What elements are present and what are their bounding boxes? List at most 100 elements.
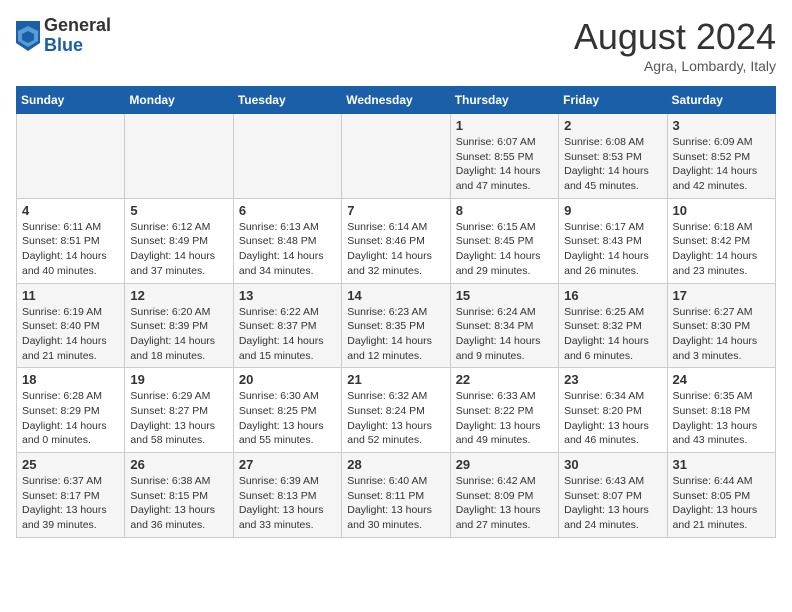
calendar-cell xyxy=(17,114,125,199)
day-number: 12 xyxy=(130,288,227,303)
day-number: 5 xyxy=(130,203,227,218)
day-number: 25 xyxy=(22,457,119,472)
day-info: Sunrise: 6:37 AM Sunset: 8:17 PM Dayligh… xyxy=(22,474,119,533)
calendar-cell: 27 Sunrise: 6:39 AM Sunset: 8:13 PM Dayli… xyxy=(233,453,341,538)
day-number: 23 xyxy=(564,372,661,387)
day-info: Sunrise: 6:22 AM Sunset: 8:37 PM Dayligh… xyxy=(239,305,336,364)
day-number: 31 xyxy=(673,457,770,472)
weekday-header-row: SundayMondayTuesdayWednesdayThursdayFrid… xyxy=(17,87,776,114)
calendar-cell: 13Sunrise: 6:22 AM Sunset: 8:37 PM Dayli… xyxy=(233,283,341,368)
calendar-table: SundayMondayTuesdayWednesdayThursdayFrid… xyxy=(16,86,776,538)
day-info: Sunrise: 6:20 AM Sunset: 8:39 PM Dayligh… xyxy=(130,305,227,364)
day-number: 20 xyxy=(239,372,336,387)
day-number: 21 xyxy=(347,372,444,387)
calendar-cell: 23 Sunrise: 6:34 AM Sunset: 8:20 PM Dayli… xyxy=(559,368,667,453)
calendar-cell: 2 Sunrise: 6:08 AM Sunset: 8:53 PM Daylig… xyxy=(559,114,667,199)
day-info: Sunrise: 6:08 AM Sunset: 8:53 PM Dayligh… xyxy=(564,135,661,194)
day-info: Sunrise: 6:23 AM Sunset: 8:35 PM Dayligh… xyxy=(347,305,444,364)
day-info: Sunrise: 6:42 AM Sunset: 8:09 PM Dayligh… xyxy=(456,474,553,533)
weekday-header-friday: Friday xyxy=(559,87,667,114)
calendar-cell: 18 Sunrise: 6:28 AM Sunset: 8:29 PM Dayli… xyxy=(17,368,125,453)
calendar-cell: 16 Sunrise: 6:25 AM Sunset: 8:32 PM Dayli… xyxy=(559,283,667,368)
day-number: 27 xyxy=(239,457,336,472)
calendar-cell: 29 Sunrise: 6:42 AM Sunset: 8:09 PM Dayli… xyxy=(450,453,558,538)
day-info: Sunrise: 6:32 AM Sunset: 8:24 PM Dayligh… xyxy=(347,389,444,448)
day-number: 14 xyxy=(347,288,444,303)
day-info: Sunrise: 6:34 AM Sunset: 8:20 PM Dayligh… xyxy=(564,389,661,448)
day-number: 6 xyxy=(239,203,336,218)
calendar-cell: 26Sunrise: 6:38 AM Sunset: 8:15 PM Dayli… xyxy=(125,453,233,538)
calendar-week-4: 18 Sunrise: 6:28 AM Sunset: 8:29 PM Dayli… xyxy=(17,368,776,453)
calendar-cell: 14 Sunrise: 6:23 AM Sunset: 8:35 PM Dayli… xyxy=(342,283,450,368)
day-info: Sunrise: 6:18 AM Sunset: 8:42 PM Dayligh… xyxy=(673,220,770,279)
day-info: Sunrise: 6:44 AM Sunset: 8:05 PM Dayligh… xyxy=(673,474,770,533)
calendar-cell xyxy=(125,114,233,199)
day-number: 11 xyxy=(22,288,119,303)
calendar-cell: 31 Sunrise: 6:44 AM Sunset: 8:05 PM Dayli… xyxy=(667,453,775,538)
day-info: Sunrise: 6:43 AM Sunset: 8:07 PM Dayligh… xyxy=(564,474,661,533)
calendar-cell: 5 Sunrise: 6:12 AM Sunset: 8:49 PM Daylig… xyxy=(125,198,233,283)
month-title: August 2024 xyxy=(574,16,776,58)
day-info: Sunrise: 6:12 AM Sunset: 8:49 PM Dayligh… xyxy=(130,220,227,279)
day-number: 16 xyxy=(564,288,661,303)
calendar-header: SundayMondayTuesdayWednesdayThursdayFrid… xyxy=(17,87,776,114)
day-number: 9 xyxy=(564,203,661,218)
day-info: Sunrise: 6:25 AM Sunset: 8:32 PM Dayligh… xyxy=(564,305,661,364)
calendar-cell: 30 Sunrise: 6:43 AM Sunset: 8:07 PM Dayli… xyxy=(559,453,667,538)
calendar-cell: 4 Sunrise: 6:11 AM Sunset: 8:51 PM Daylig… xyxy=(17,198,125,283)
page-header: General Blue August 2024 Agra, Lombardy,… xyxy=(16,16,776,74)
day-number: 29 xyxy=(456,457,553,472)
day-info: Sunrise: 6:11 AM Sunset: 8:51 PM Dayligh… xyxy=(22,220,119,279)
day-info: Sunrise: 6:14 AM Sunset: 8:46 PM Dayligh… xyxy=(347,220,444,279)
day-number: 28 xyxy=(347,457,444,472)
calendar-cell: 17Sunrise: 6:27 AM Sunset: 8:30 PM Dayli… xyxy=(667,283,775,368)
weekday-header-wednesday: Wednesday xyxy=(342,87,450,114)
day-number: 19 xyxy=(130,372,227,387)
weekday-header-thursday: Thursday xyxy=(450,87,558,114)
day-number: 7 xyxy=(347,203,444,218)
calendar-cell xyxy=(233,114,341,199)
calendar-cell: 10Sunrise: 6:18 AM Sunset: 8:42 PM Dayli… xyxy=(667,198,775,283)
calendar-cell: 20 Sunrise: 6:30 AM Sunset: 8:25 PM Dayli… xyxy=(233,368,341,453)
day-info: Sunrise: 6:35 AM Sunset: 8:18 PM Dayligh… xyxy=(673,389,770,448)
calendar-cell: 21 Sunrise: 6:32 AM Sunset: 8:24 PM Dayli… xyxy=(342,368,450,453)
calendar-week-2: 4 Sunrise: 6:11 AM Sunset: 8:51 PM Daylig… xyxy=(17,198,776,283)
day-number: 18 xyxy=(22,372,119,387)
day-number: 30 xyxy=(564,457,661,472)
day-number: 22 xyxy=(456,372,553,387)
day-info: Sunrise: 6:29 AM Sunset: 8:27 PM Dayligh… xyxy=(130,389,227,448)
calendar-cell: 9 Sunrise: 6:17 AM Sunset: 8:43 PM Daylig… xyxy=(559,198,667,283)
day-info: Sunrise: 6:39 AM Sunset: 8:13 PM Dayligh… xyxy=(239,474,336,533)
calendar-cell: 28 Sunrise: 6:40 AM Sunset: 8:11 PM Dayli… xyxy=(342,453,450,538)
logo-icon xyxy=(16,21,40,51)
weekday-header-tuesday: Tuesday xyxy=(233,87,341,114)
day-info: Sunrise: 6:07 AM Sunset: 8:55 PM Dayligh… xyxy=(456,135,553,194)
day-number: 2 xyxy=(564,118,661,133)
day-info: Sunrise: 6:17 AM Sunset: 8:43 PM Dayligh… xyxy=(564,220,661,279)
day-info: Sunrise: 6:15 AM Sunset: 8:45 PM Dayligh… xyxy=(456,220,553,279)
day-info: Sunrise: 6:24 AM Sunset: 8:34 PM Dayligh… xyxy=(456,305,553,364)
logo-general-text: General xyxy=(44,16,111,36)
calendar-cell: 25 Sunrise: 6:37 AM Sunset: 8:17 PM Dayli… xyxy=(17,453,125,538)
weekday-header-sunday: Sunday xyxy=(17,87,125,114)
day-info: Sunrise: 6:30 AM Sunset: 8:25 PM Dayligh… xyxy=(239,389,336,448)
logo: General Blue xyxy=(16,16,111,56)
calendar-cell: 19 Sunrise: 6:29 AM Sunset: 8:27 PM Dayli… xyxy=(125,368,233,453)
day-number: 15 xyxy=(456,288,553,303)
day-info: Sunrise: 6:33 AM Sunset: 8:22 PM Dayligh… xyxy=(456,389,553,448)
day-info: Sunrise: 6:09 AM Sunset: 8:52 PM Dayligh… xyxy=(673,135,770,194)
calendar-cell: 12 Sunrise: 6:20 AM Sunset: 8:39 PM Dayli… xyxy=(125,283,233,368)
calendar-week-3: 11 Sunrise: 6:19 AM Sunset: 8:40 PM Dayli… xyxy=(17,283,776,368)
day-info: Sunrise: 6:38 AM Sunset: 8:15 PM Dayligh… xyxy=(130,474,227,533)
calendar-week-5: 25 Sunrise: 6:37 AM Sunset: 8:17 PM Dayli… xyxy=(17,453,776,538)
calendar-cell: 3Sunrise: 6:09 AM Sunset: 8:52 PM Daylig… xyxy=(667,114,775,199)
calendar-cell xyxy=(342,114,450,199)
calendar-cell: 8Sunrise: 6:15 AM Sunset: 8:45 PM Daylig… xyxy=(450,198,558,283)
day-number: 4 xyxy=(22,203,119,218)
day-number: 17 xyxy=(673,288,770,303)
day-info: Sunrise: 6:28 AM Sunset: 8:29 PM Dayligh… xyxy=(22,389,119,448)
calendar-cell: 15 Sunrise: 6:24 AM Sunset: 8:34 PM Dayli… xyxy=(450,283,558,368)
calendar-cell: 1Sunrise: 6:07 AM Sunset: 8:55 PM Daylig… xyxy=(450,114,558,199)
day-info: Sunrise: 6:19 AM Sunset: 8:40 PM Dayligh… xyxy=(22,305,119,364)
day-info: Sunrise: 6:40 AM Sunset: 8:11 PM Dayligh… xyxy=(347,474,444,533)
